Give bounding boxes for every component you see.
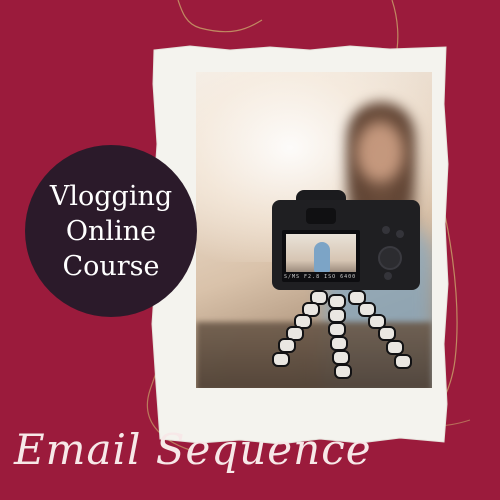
title-circle: Vlogging Online Course: [25, 145, 197, 317]
tripod-leg-segment: [386, 340, 404, 355]
tripod-leg-segment: [330, 336, 348, 351]
title-line-3: Course: [62, 250, 160, 282]
tripod-leg-segment: [332, 350, 350, 365]
tripod-leg-segment: [334, 364, 352, 379]
tripod-leg-segment: [278, 338, 296, 353]
camera-icon: S/MS F2.8 ISO 6400: [266, 190, 421, 290]
camera-eyecup: [306, 208, 336, 224]
tripod-leg-segment: [328, 322, 346, 337]
person-face: [356, 122, 404, 182]
tripod-leg-segment: [328, 308, 346, 323]
tripod-leg-segment: [378, 326, 396, 341]
camera-dial: [378, 246, 402, 270]
tripod-leg-segment: [328, 294, 346, 309]
course-cover: S/MS F2.8 ISO 6400 Vlogging Online Cours…: [0, 0, 500, 500]
camera-screen-person: [314, 242, 330, 272]
tripod-leg-segment: [394, 354, 412, 369]
camera-button: [396, 230, 404, 238]
tripod-icon: [266, 286, 426, 386]
title-line-2: Online: [65, 215, 157, 247]
camera-button: [384, 272, 392, 280]
camera-button: [382, 226, 390, 234]
title-line-1: Vlogging: [49, 180, 173, 212]
tripod-leg-segment: [272, 352, 290, 367]
camera-screen-readout: S/MS F2.8 ISO 6400: [284, 274, 357, 280]
script-subtitle: Email Sequence: [14, 425, 372, 474]
